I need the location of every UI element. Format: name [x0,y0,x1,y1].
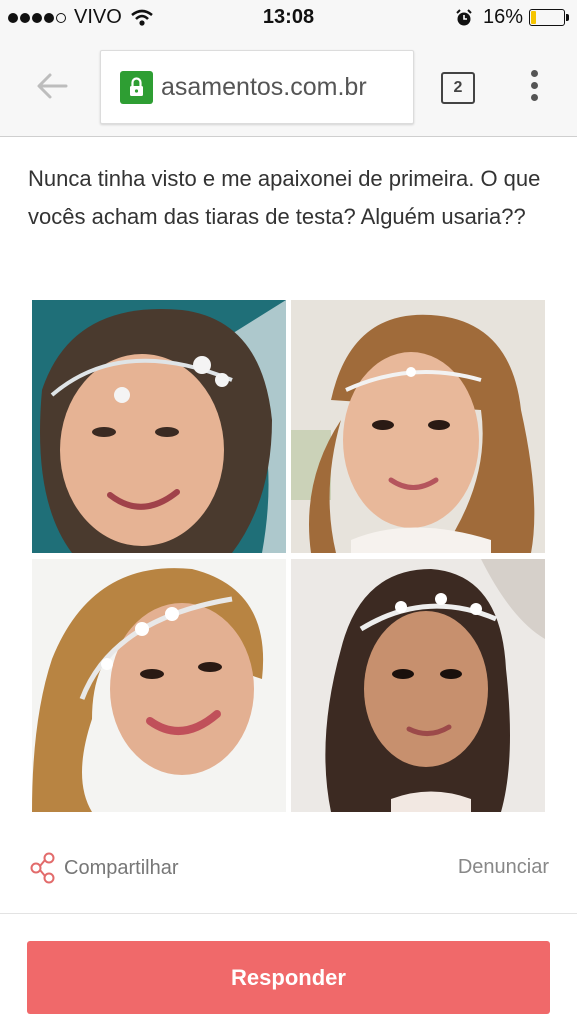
more-vertical-icon[interactable] [524,70,544,104]
divider [0,913,577,914]
status-bar: VIVO 13:08 16% [0,0,577,38]
tab-switcher-button[interactable]: 2 [441,72,475,104]
bride-photo-3[interactable] [32,559,286,812]
bride-photo-2[interactable] [291,300,545,553]
battery-percent: 16% [482,6,523,28]
share-button[interactable]: Compartilhar [30,852,178,884]
photo-collage[interactable] [32,300,545,812]
url-text: asamentos.com.br [161,73,367,101]
battery-icon [529,9,569,26]
share-icon [30,852,55,884]
share-label: Compartilhar [64,856,179,879]
lock-icon [120,71,153,104]
report-link[interactable]: Denunciar [458,856,549,879]
arrow-left-icon[interactable] [34,68,70,104]
post-text: Nunca tinha visto e me apaixonei de prim… [28,166,541,229]
browser-toolbar: asamentos.com.br 2 [0,38,577,137]
alarm-icon [456,8,472,25]
battery-status: 16% [455,6,569,29]
bride-photo-4[interactable] [291,559,545,812]
address-bar[interactable]: asamentos.com.br [100,50,414,124]
bride-photo-1[interactable] [32,300,286,553]
reply-button[interactable]: Responder [27,941,550,1014]
